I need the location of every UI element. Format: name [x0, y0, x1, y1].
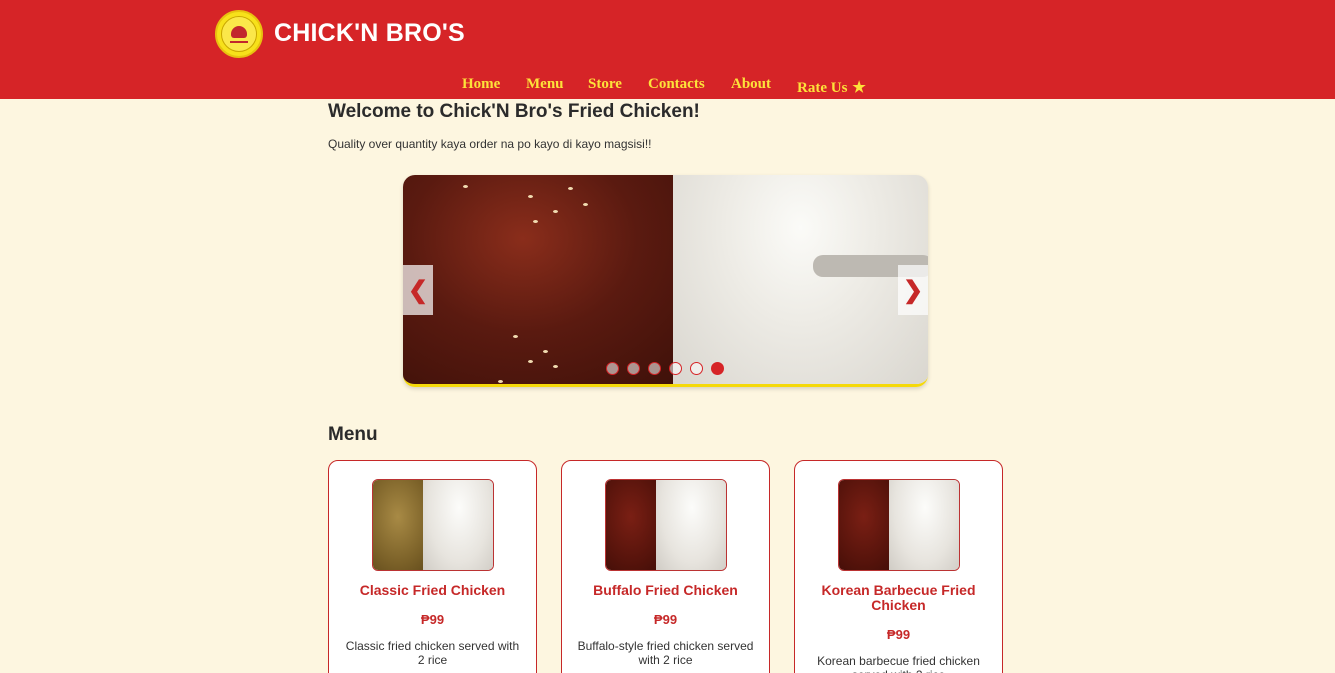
menu-item-description: Buffalo-style fried chicken served with … [577, 639, 754, 667]
menu-item-price: ₱99 [653, 612, 678, 627]
slide-image-chicken [403, 175, 703, 384]
slide-image-rice [673, 175, 928, 384]
nav-rate-us[interactable]: Rate Us ★ [797, 78, 866, 97]
carousel-dot[interactable] [627, 362, 640, 375]
brand-name[interactable]: CHICK'N BRO'S [274, 19, 465, 48]
main-nav: Home Menu Store Contacts About Rate Us ★ [0, 76, 1335, 96]
carousel-dot[interactable] [690, 362, 703, 375]
image-carousel[interactable]: ❮ ❯ [403, 175, 928, 387]
nav-home[interactable]: Home [462, 76, 500, 93]
carousel-dot[interactable] [648, 362, 661, 375]
tagline: Quality over quantity kaya order na po k… [328, 137, 652, 151]
carousel-dot-active[interactable] [711, 362, 724, 375]
nav-store[interactable]: Store [588, 76, 622, 93]
menu-item-description: Classic fried chicken served with 2 rice [345, 639, 520, 667]
welcome-heading: Welcome to Chick'N Bro's Fried Chicken! [328, 101, 700, 122]
nav-menu[interactable]: Menu [526, 76, 564, 93]
star-icon: ★ [852, 80, 866, 96]
nav-rate-us-label: Rate Us [797, 80, 848, 96]
nav-about[interactable]: About [731, 76, 771, 93]
brand-logo[interactable] [215, 10, 263, 58]
menu-card[interactable]: Korean Barbecue Fried Chicken ₱99 Korean… [794, 460, 1003, 673]
site-header: CHICK'N BRO'S Home Menu Store Contacts A… [0, 0, 1335, 99]
chicken-logo-icon [221, 16, 257, 52]
menu-card[interactable]: Classic Fried Chicken ₱99 Classic fried … [328, 460, 537, 673]
carousel-prev-button[interactable]: ❮ [403, 265, 433, 315]
menu-item-name: Classic Fried Chicken [359, 582, 506, 598]
menu-item-image [838, 479, 960, 571]
menu-item-image [605, 479, 727, 571]
menu-item-image [372, 479, 494, 571]
carousel-dot[interactable] [669, 362, 682, 375]
menu-card[interactable]: Buffalo Fried Chicken ₱99 Buffalo-style … [561, 460, 770, 673]
menu-item-price: ₱99 [420, 612, 445, 627]
menu-item-description: Korean barbecue fried chicken served wit… [817, 654, 980, 673]
menu-item-price: ₱99 [886, 627, 911, 642]
carousel-next-button[interactable]: ❯ [898, 265, 928, 315]
nav-contacts[interactable]: Contacts [648, 76, 705, 93]
carousel-dot[interactable] [606, 362, 619, 375]
menu-item-name: Buffalo Fried Chicken [593, 582, 738, 598]
menu-heading: Menu [328, 424, 378, 445]
menu-item-name: Korean Barbecue Fried Chicken [821, 582, 976, 613]
